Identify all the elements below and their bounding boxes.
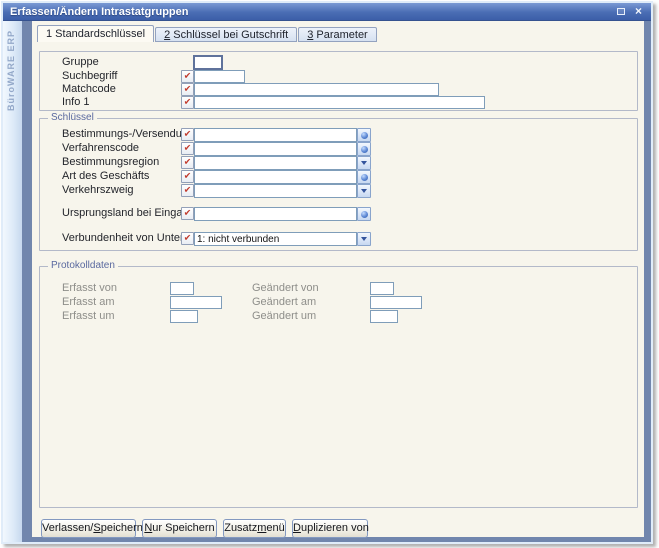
info1-check-button[interactable]: ✔ (181, 96, 194, 109)
suchbegriff-check-button[interactable]: ✔ (181, 70, 194, 83)
verfahrenscode-check-button[interactable]: ✔ (181, 142, 194, 155)
bestimmungsland-input[interactable] (194, 128, 357, 142)
ursprungsland-input[interactable] (194, 207, 357, 221)
erfasst-von-label: Erfasst von (62, 282, 117, 294)
bestimmungsregion-check-button[interactable]: ✔ (181, 156, 194, 169)
caret-down-icon (361, 237, 367, 241)
verbundenheit-combobox[interactable] (194, 232, 357, 246)
art-des-geschaefts-lookup-button[interactable] (357, 170, 371, 184)
art-des-geschaefts-input[interactable] (194, 170, 357, 184)
verfahrenscode-label: Verfahrenscode (62, 142, 139, 154)
check-icon: ✔ (184, 98, 192, 107)
lookup-sphere-icon (361, 132, 368, 139)
brand-strip: BüroWARE ERP (3, 21, 22, 542)
schluessel-groupbox: Schlüssel Bestimmungs-/Versendungsland ✔… (39, 118, 638, 251)
matchcode-check-button[interactable]: ✔ (181, 83, 194, 96)
bestimmungsregion-dropdown-button[interactable] (357, 156, 371, 170)
restore-icon (617, 8, 625, 15)
gruppe-input[interactable] (193, 55, 223, 70)
lookup-sphere-icon (361, 174, 368, 181)
check-icon: ✔ (184, 158, 192, 167)
suchbegriff-input[interactable] (194, 70, 245, 83)
tab-schluessel-bei-gutschrift[interactable]: 2 Schlüssel bei Gutschrift (155, 27, 297, 42)
verfahrenscode-input[interactable] (194, 142, 357, 156)
dialog-window: Erfassen/Ändern Intrastatgruppen × BüroW… (1, 1, 653, 544)
tab-parameter[interactable]: 3 Parameter (298, 27, 377, 42)
check-icon: ✔ (184, 186, 192, 195)
protokolldaten-groupbox: Protokolldaten Erfasst von Geändert von … (39, 266, 638, 508)
matchcode-input[interactable] (194, 83, 439, 96)
close-icon: × (635, 6, 642, 17)
standard-groupbox: Gruppe Suchbegriff ✔ Matchcode ✔ Info 1 … (39, 51, 638, 111)
check-icon: ✔ (184, 130, 192, 139)
art-des-geschaefts-check-button[interactable]: ✔ (181, 170, 194, 183)
geaendert-um-input[interactable] (370, 310, 398, 323)
verbundenheit-dropdown-button[interactable] (357, 232, 371, 246)
tab-standardschluessel[interactable]: 1 Standardschlüssel (37, 25, 154, 42)
schluessel-legend: Schlüssel (48, 112, 97, 123)
duplizieren-von-button[interactable]: Duplizieren von (292, 519, 368, 538)
check-icon: ✔ (184, 72, 192, 81)
info1-label: Info 1 (62, 96, 90, 108)
bestimmungsland-check-button[interactable]: ✔ (181, 128, 194, 141)
dialog-content: 1 Standardschlüssel 2 Schlüssel bei Guts… (32, 21, 644, 537)
protokolldaten-legend: Protokolldaten (48, 260, 118, 271)
erfasst-am-input[interactable] (170, 296, 222, 309)
geaendert-von-label: Geändert von (252, 282, 319, 294)
check-icon: ✔ (184, 234, 192, 243)
geaendert-von-input[interactable] (370, 282, 394, 295)
verkehrszweig-dropdown-button[interactable] (357, 184, 371, 198)
lookup-sphere-icon (361, 211, 368, 218)
check-icon: ✔ (184, 172, 192, 181)
ursprungsland-check-button[interactable]: ✔ (181, 207, 194, 220)
erfasst-am-label: Erfasst am (62, 296, 115, 308)
brand-vertical-text: BüroWARE ERP (6, 30, 16, 111)
suchbegriff-label: Suchbegriff (62, 70, 117, 82)
ursprungsland-lookup-button[interactable] (357, 207, 371, 221)
art-des-geschaefts-label: Art des Geschäfts (62, 170, 149, 182)
verkehrszweig-label: Verkehrszweig (62, 184, 134, 196)
title-bar[interactable]: Erfassen/Ändern Intrastatgruppen × (3, 3, 651, 21)
caret-down-icon (361, 189, 367, 193)
verfahrenscode-lookup-button[interactable] (357, 142, 371, 156)
erfasst-um-label: Erfasst um (62, 310, 115, 322)
bestimmungsregion-input[interactable] (194, 156, 357, 170)
tab-bar: 1 Standardschlüssel 2 Schlüssel bei Guts… (37, 25, 378, 42)
geaendert-um-label: Geändert um (252, 310, 316, 322)
verkehrszweig-check-button[interactable]: ✔ (181, 184, 194, 197)
info1-input[interactable] (194, 96, 485, 109)
screenshot-root: Erfassen/Ändern Intrastatgruppen × BüroW… (0, 0, 659, 548)
bestimmungsregion-label: Bestimmungsregion (62, 156, 159, 168)
caret-down-icon (361, 161, 367, 165)
restore-button[interactable] (613, 5, 628, 18)
verlassen-speichern-button[interactable]: Verlassen/Speichern (41, 519, 136, 538)
check-icon: ✔ (184, 85, 192, 94)
window-title: Erfassen/Ändern Intrastatgruppen (10, 6, 610, 18)
matchcode-label: Matchcode (62, 83, 116, 95)
bestimmungsland-lookup-button[interactable] (357, 128, 371, 142)
verkehrszweig-input[interactable] (194, 184, 357, 198)
check-icon: ✔ (184, 209, 192, 218)
erfasst-um-input[interactable] (170, 310, 198, 323)
ursprungsland-label: Ursprungsland bei Eingang (62, 207, 195, 219)
check-icon: ✔ (184, 144, 192, 153)
nur-speichern-button[interactable]: Nur Speichern (142, 519, 217, 538)
geaendert-am-label: Geändert am (252, 296, 316, 308)
close-button[interactable]: × (631, 5, 646, 18)
lookup-sphere-icon (361, 146, 368, 153)
geaendert-am-input[interactable] (370, 296, 422, 309)
verbundenheit-check-button[interactable]: ✔ (181, 232, 194, 245)
gruppe-label: Gruppe (62, 56, 99, 68)
erfasst-von-input[interactable] (170, 282, 194, 295)
zusatzmenue-button[interactable]: Zusatzmenü (223, 519, 286, 538)
